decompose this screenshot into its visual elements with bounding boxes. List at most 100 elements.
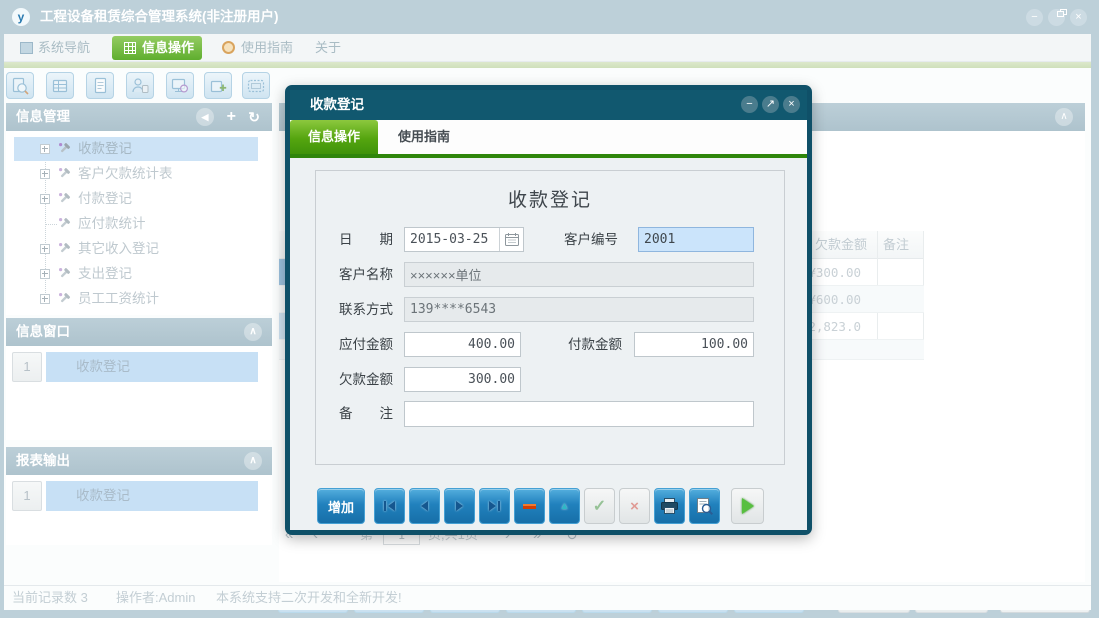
print-preview-button[interactable] — [689, 488, 720, 524]
main-menubar: 系统导航 信息操作 使用指南 关于 — [4, 34, 1091, 62]
first-record-button[interactable] — [374, 488, 405, 524]
application-window: y 工程设备租赁综合管理系统(非注册用户) − × 系统导航 信息操作 使用指南… — [0, 0, 1099, 618]
edit-record-button[interactable]: ▲ — [549, 488, 580, 524]
report-output-item[interactable]: 收款登记 — [46, 481, 258, 511]
panel-refresh-button[interactable]: ↻ — [248, 103, 260, 131]
toolbar-export-button[interactable] — [204, 72, 232, 99]
menu-item-info-operation[interactable]: 信息操作 — [112, 36, 202, 60]
tree-panel-body: 收款登记 客户欠款统计表 付款登记 应付款统计 其它收入登记 — [6, 131, 272, 315]
expand-icon[interactable] — [40, 144, 50, 154]
panel-add-button[interactable]: + — [227, 103, 236, 131]
menu-item-about[interactable]: 关于 — [315, 34, 341, 62]
main-titlebar: y 工程设备租赁综合管理系统(非注册用户) − × — [0, 0, 1099, 34]
calendar-button[interactable] — [499, 228, 523, 251]
panel-collapse-button[interactable]: ∧ — [244, 452, 262, 470]
prev-record-button[interactable] — [409, 488, 440, 524]
date-field[interactable] — [404, 227, 524, 252]
system-nav-icon — [20, 42, 33, 54]
dialog-tab-guide[interactable]: 使用指南 — [378, 120, 470, 154]
debt-input[interactable] — [404, 367, 521, 392]
edit-icon: ▲ — [560, 501, 570, 512]
document-icon — [90, 76, 110, 96]
tool-icon — [58, 167, 71, 185]
tree-item-customer-debt-stats[interactable]: 客户欠款统计表 — [14, 162, 258, 186]
expand-icon[interactable] — [40, 194, 50, 204]
accent-divider — [4, 62, 1091, 68]
record-count-label: 当前记录数 3 — [12, 586, 88, 610]
expand-icon[interactable] — [40, 294, 50, 304]
next-record-icon — [456, 501, 463, 511]
tree-leaf-line — [45, 224, 57, 225]
tree-item-receipt-register[interactable]: 收款登记 — [14, 137, 258, 161]
payable-input[interactable] — [404, 332, 521, 357]
date-label: 日 期 — [339, 227, 393, 252]
dialog-content: 收款登记 日 期 客户编号 客户名称 联系方式 应付金额 — [290, 158, 807, 530]
panel-header-info-window: 信息窗口 ∧ — [6, 318, 272, 346]
tree-item-payable-stats[interactable]: 应付款统计 — [14, 212, 258, 236]
date-input[interactable] — [405, 228, 499, 251]
tree-item-payment-register[interactable]: 付款登记 — [14, 187, 258, 211]
menu-item-label: 信息操作 — [142, 36, 194, 60]
tree-item-label: 其它收入登记 — [78, 237, 159, 261]
toolbar-grid-button[interactable] — [46, 72, 74, 99]
toolbar-window-preview-button[interactable] — [166, 72, 194, 99]
status-message: 本系统支持二次开发和全新开发! — [216, 586, 402, 610]
toolbar-user-button[interactable] — [126, 72, 154, 99]
payment-input[interactable] — [634, 332, 754, 357]
window-minimize-button[interactable]: − — [1026, 9, 1043, 26]
dialog-minimize-button[interactable]: − — [741, 96, 758, 113]
export-add-icon — [208, 76, 228, 96]
card-print-icon — [246, 76, 266, 96]
tool-icon — [58, 142, 71, 160]
status-bar: 当前记录数 3 操作者:Admin 本系统支持二次开发和全新开发! — [4, 585, 1091, 610]
toolbar-card-button[interactable] — [242, 72, 270, 99]
customer-name-input[interactable] — [404, 262, 754, 287]
panel-title: 报表输出 — [16, 447, 70, 475]
contact-input[interactable] — [404, 297, 754, 322]
tree-item-label: 应付款统计 — [78, 212, 146, 236]
expand-icon[interactable] — [40, 244, 50, 254]
last-record-icon — [489, 501, 496, 511]
dialog-titlebar[interactable]: 收款登记 − ↗ × — [290, 90, 807, 120]
post-button[interactable]: ✓ — [584, 488, 615, 524]
dialog-close-button[interactable]: × — [783, 96, 800, 113]
tree-item-other-income[interactable]: 其它收入登记 — [14, 237, 258, 261]
panel-header-report-output: 报表输出 ∧ — [6, 447, 272, 475]
delete-icon — [523, 504, 536, 509]
menu-item-guide[interactable]: 使用指南 — [241, 34, 293, 62]
panel-collapse-button[interactable]: ∧ — [244, 323, 262, 341]
print-button[interactable] — [654, 488, 685, 524]
table-view-icon — [50, 76, 70, 96]
search-record-icon — [10, 76, 30, 96]
panel-collapse-left-button[interactable]: ◀ — [196, 108, 214, 126]
column-header-debt[interactable]: 欠款金额 — [815, 231, 867, 259]
remark-input[interactable] — [404, 401, 754, 427]
toolbar-document-button[interactable] — [86, 72, 114, 99]
toolbar-search-button[interactable] — [6, 72, 34, 99]
expand-icon[interactable] — [40, 169, 50, 179]
cancel-button[interactable]: × — [619, 488, 650, 524]
dialog-title: 收款登记 — [310, 90, 364, 120]
column-header-note[interactable]: 备注 — [883, 231, 909, 259]
next-record-button[interactable] — [444, 488, 475, 524]
tree-item-salary-stats[interactable]: 员工工资统计 — [14, 287, 258, 311]
menu-item-system-nav[interactable]: 系统导航 — [38, 34, 90, 62]
add-button[interactable]: 增加 — [317, 488, 365, 524]
window-close-button[interactable]: × — [1070, 9, 1087, 26]
expand-icon[interactable] — [40, 269, 50, 279]
panel-collapse-button[interactable]: ∧ — [1055, 108, 1073, 126]
tool-icon — [58, 292, 71, 310]
last-record-button[interactable] — [479, 488, 510, 524]
payment-label: 付款金额 — [568, 332, 622, 357]
tree-item-expense-register[interactable]: 支出登记 — [14, 262, 258, 286]
customer-id-input[interactable] — [638, 227, 754, 252]
dialog-maximize-button[interactable]: ↗ — [762, 96, 779, 113]
run-button[interactable] — [731, 488, 764, 524]
info-window-body: 1 收款登记 — [6, 346, 272, 440]
printer-icon — [661, 498, 678, 514]
window-restore-button[interactable] — [1048, 9, 1065, 26]
dialog-tab-info-operation[interactable]: 信息操作 — [290, 120, 378, 154]
info-window-item[interactable]: 收款登记 — [46, 352, 258, 382]
delete-record-button[interactable] — [514, 488, 545, 524]
list-item-label: 收款登记 — [76, 352, 130, 382]
